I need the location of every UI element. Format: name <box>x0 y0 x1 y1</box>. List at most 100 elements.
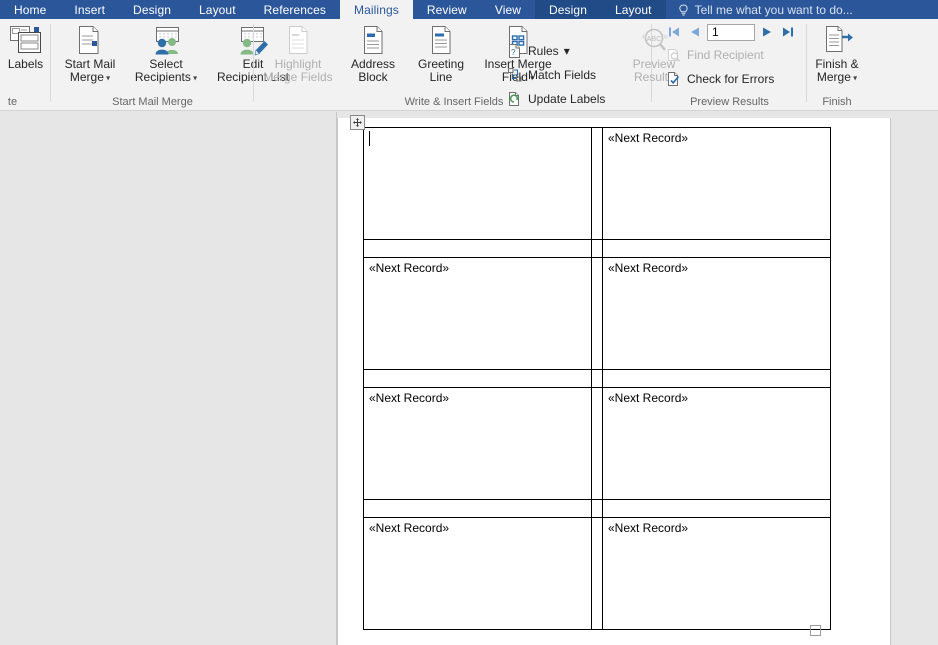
record-number-input[interactable] <box>707 23 755 41</box>
table-row-gutter[interactable] <box>363 499 831 518</box>
labels-button-label: Labels <box>7 57 44 71</box>
highlight-merge-fields-button-label: Highlight Merge Fields <box>263 57 333 84</box>
previous-record-button[interactable] <box>686 23 704 41</box>
highlight-merge-fields-button[interactable]: Highlight Merge Fields <box>258 22 338 84</box>
tell-me-text: Tell me what you want to do... <box>694 2 853 17</box>
label-cell-r2c1[interactable]: «Next Record» <box>602 387 831 500</box>
tab-design[interactable]: Design <box>119 0 185 19</box>
chevron-down-icon: ▾ <box>850 73 858 83</box>
address-block-button[interactable]: Address Block <box>340 22 406 84</box>
chevron-down-icon: ▾ <box>103 73 111 83</box>
tab-insert[interactable]: Insert <box>60 0 119 19</box>
label-cell-r1c1[interactable]: «Next Record» <box>602 257 831 370</box>
first-record-button[interactable] <box>665 23 683 41</box>
check-for-errors-button[interactable]: Check for Errors <box>665 70 774 87</box>
gutter-cell-mid-1 <box>591 369 603 388</box>
label-table-body: «Next Record» «Next Record» «Next Record… <box>363 127 831 630</box>
select-recipients-icon <box>148 22 184 56</box>
start-mail-merge-button[interactable]: Start Mail Merge ▾ <box>55 22 125 84</box>
gutter-cell-mid-2 <box>591 499 603 518</box>
svg-text:«: « <box>642 31 647 41</box>
check-for-errors-button-label: Check for Errors <box>687 71 775 86</box>
table-row-gutter[interactable] <box>363 239 831 258</box>
find-recipient-button-label: Find Recipient <box>687 47 764 62</box>
start-mail-merge-button-label: Start Mail Merge ▾ <box>65 58 116 84</box>
finish-merge-button-label: Finish & Merge ▾ <box>815 58 858 84</box>
tab-table-design[interactable]: Design <box>535 0 601 19</box>
gutter-cell-right-2 <box>602 499 831 518</box>
ribbon-group-create: Labels te <box>0 19 51 110</box>
text-cursor <box>369 131 370 146</box>
gutter-cell-right-1 <box>602 369 831 388</box>
gutter-cell-left-2 <box>363 499 592 518</box>
chevron-down-icon: ▾ <box>190 73 198 83</box>
label-table[interactable]: «Next Record» «Next Record» «Next Record… <box>363 127 831 630</box>
svg-text:ABC: ABC <box>647 36 661 43</box>
ribbon-group-write-insert-fields-label: Write & Insert Fields <box>404 96 504 108</box>
workspace-left-area <box>0 112 337 645</box>
labels-button[interactable]: Labels <box>0 22 51 71</box>
tell-me-box[interactable]: Tell me what you want to do... <box>666 0 863 19</box>
tab-home[interactable]: Home <box>0 0 60 19</box>
select-recipients-label-line: Select Recipients <box>134 57 191 84</box>
greeting-line-icon <box>426 22 456 56</box>
gutter-cell-left-1 <box>363 369 592 388</box>
ribbon-group-write-insert-fields: Highlight Merge Fields Address Block Gre… <box>254 19 652 110</box>
ribbon-group-preview-results-label: Preview Results <box>690 96 769 108</box>
label-gutter-col-r1 <box>591 257 603 370</box>
gutter-cell-mid-0 <box>591 239 603 258</box>
record-navigation <box>665 23 797 41</box>
table-row[interactable]: «Next Record» «Next Record» <box>363 387 831 500</box>
label-cell-r2c0[interactable]: «Next Record» <box>363 387 592 500</box>
finish-merge-button[interactable]: Finish & Merge ▾ <box>807 22 867 84</box>
gutter-cell-left-0 <box>363 239 592 258</box>
ribbon: Labels te Start Mail Merge ▾ Select Reci… <box>0 19 938 111</box>
ribbon-group-finish-label: Finish <box>822 96 852 108</box>
tab-review[interactable]: Review <box>413 0 481 19</box>
tab-references[interactable]: References <box>250 0 340 19</box>
greeting-line-button-label: Greeting Line <box>417 57 465 84</box>
table-row[interactable]: «Next Record» <box>363 127 831 240</box>
ribbon-group-start-mail-merge-label: Start Mail Merge <box>112 96 193 108</box>
table-move-handle-icon[interactable] <box>350 115 365 130</box>
label-cell-r0c1[interactable]: «Next Record» <box>602 127 831 240</box>
ribbon-group-start-mail-merge: Start Mail Merge ▾ Select Recipients ▾ R… <box>51 19 289 110</box>
table-resize-handle-icon[interactable] <box>810 625 821 636</box>
last-record-button[interactable] <box>779 23 797 41</box>
select-recipients-button-label: Select Recipients ▾ <box>135 58 197 84</box>
chevron-down-icon: ▾ <box>563 43 570 58</box>
tab-view[interactable]: View <box>481 0 535 19</box>
label-cell-r0c0[interactable] <box>363 127 592 240</box>
ribbon-group-finish: Finish & Merge ▾ Finish <box>807 19 867 110</box>
tab-table-layout[interactable]: Layout <box>600 0 666 19</box>
lightbulb-icon <box>678 3 689 16</box>
highlight-merge-fields-icon <box>283 22 313 56</box>
match-fields-button[interactable]: Match Fields <box>506 66 596 83</box>
label-cell-r1c0[interactable]: «Next Record» <box>363 257 592 370</box>
tab-mailings[interactable]: Mailings <box>340 0 413 19</box>
label-cell-r3c1[interactable]: «Next Record» <box>602 517 831 630</box>
label-cell-r3c0[interactable]: «Next Record» <box>363 517 592 630</box>
check-for-errors-icon <box>665 70 682 87</box>
ribbon-group-preview-results: ABC « » Preview Results 1 Find Recipient… <box>633 19 807 110</box>
address-block-icon <box>358 22 388 56</box>
label-gutter-col-r0 <box>591 127 603 240</box>
table-row[interactable]: «Next Record» «Next Record» <box>363 517 831 630</box>
match-fields-button-label: Match Fields <box>528 67 597 82</box>
find-recipient-button[interactable]: Find Recipient <box>665 46 764 63</box>
finish-merge-icon <box>820 22 854 56</box>
select-recipients-button[interactable]: Select Recipients ▾ <box>127 22 205 84</box>
ribbon-group-create-label: te <box>7 96 18 108</box>
tab-layout[interactable]: Layout <box>185 0 250 19</box>
ribbon-tab-strip: Home Insert Design Layout References Mai… <box>0 0 938 19</box>
labels-icon <box>9 22 43 56</box>
greeting-line-button[interactable]: Greeting Line <box>408 22 474 84</box>
gutter-cell-right-0 <box>602 239 831 258</box>
address-block-button-label: Address Block <box>350 57 396 84</box>
table-row-gutter[interactable] <box>363 369 831 388</box>
rules-button[interactable]: ? Rules ▾ <box>506 42 570 59</box>
find-recipient-icon <box>665 46 682 63</box>
next-record-button[interactable] <box>758 23 776 41</box>
table-row[interactable]: «Next Record» «Next Record» <box>363 257 831 370</box>
label-gutter-col-r2 <box>591 387 603 500</box>
